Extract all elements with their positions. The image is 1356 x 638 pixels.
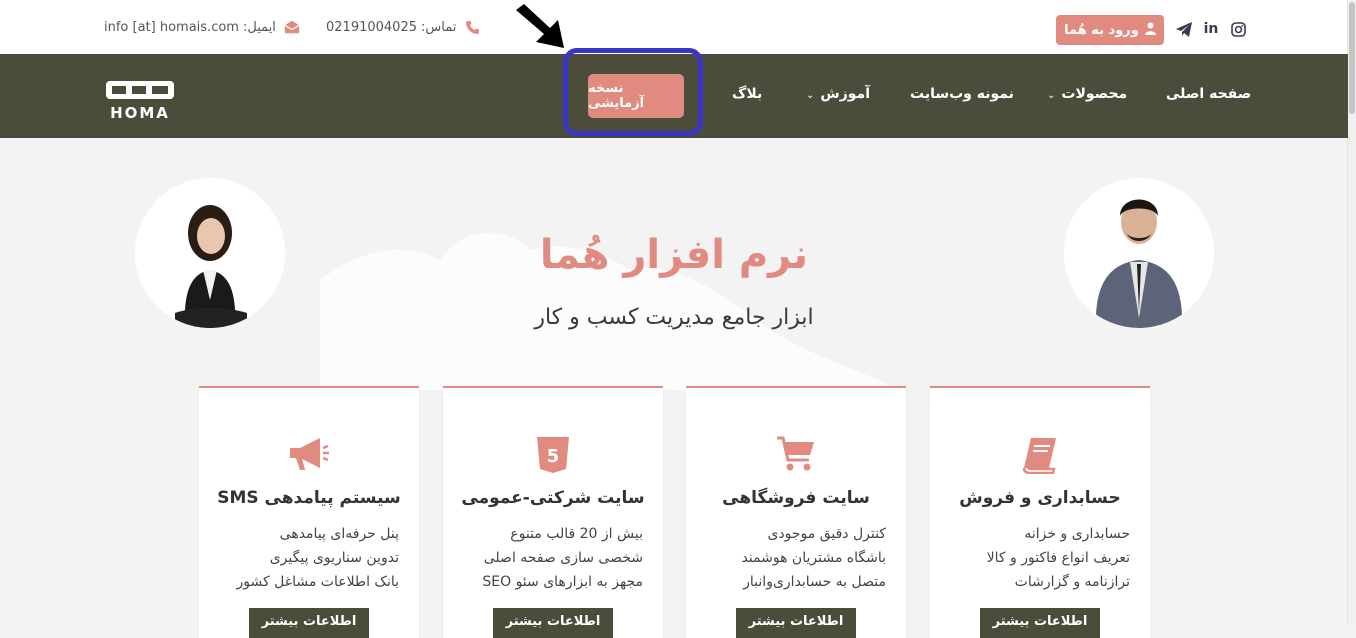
book-icon — [930, 436, 1150, 474]
chevron-down-icon: ⌄ — [806, 90, 815, 101]
hero-title: نرم افزار هُما — [539, 232, 809, 278]
homa-logo[interactable]: HOMA — [104, 77, 176, 122]
card-feature-line: پنل حرفه‌ای پیامدهی — [279, 526, 399, 542]
card-feature-line: شخصی سازی صفحه اصلی — [483, 550, 643, 566]
card-title: سایت شرکتی-عمومی — [461, 488, 645, 508]
top-bar: ایمیل: info [at] homais.com تماس: 021910… — [0, 0, 1348, 54]
html5-icon: 5 — [443, 436, 663, 474]
telegram-icon[interactable] — [1176, 21, 1192, 37]
nav-sample-site[interactable]: نمونه وب‌سایت — [910, 86, 1014, 102]
nav-education[interactable]: آموزش ⌄ — [806, 86, 870, 102]
feature-card-accounting: حسابداری و فروش حسابداری و خزانه تعریف ا… — [930, 386, 1150, 638]
nav-products[interactable]: محصولات ⌄ — [1047, 86, 1127, 102]
card-feature-line: بیش از 20 قالب متنوع — [510, 526, 643, 542]
more-info-button[interactable]: اطلاعات بیشتر — [736, 608, 856, 638]
card-feature-line: کنترل دقیق موجودی — [767, 526, 886, 542]
feature-card-sms: سیستم پیامدهی SMS پنل حرفه‌ای پیامدهی تد… — [199, 386, 419, 638]
pointer-arrow-icon — [512, 4, 572, 56]
instagram-icon[interactable] — [1230, 21, 1246, 37]
more-info-button[interactable]: اطلاعات بیشتر — [249, 608, 369, 638]
card-feature-line: بانک اطلاعات مشاغل کشور — [236, 574, 399, 590]
nav-education-label: آموزش — [820, 86, 871, 102]
user-icon — [1144, 22, 1156, 39]
nav-home[interactable]: صفحه اصلی — [1166, 86, 1251, 102]
iran-map-background — [300, 180, 920, 394]
hero-subtitle: ابزار جامع مدیریت کسب و کار — [534, 305, 814, 330]
chevron-down-icon: ⌄ — [1047, 90, 1056, 101]
phone-label: تماس: — [420, 19, 457, 35]
more-info-button[interactable]: اطلاعات بیشتر — [493, 608, 613, 638]
feature-card-corporate: 5 سایت شرکتی-عمومی بیش از 20 قالب متنوع … — [443, 386, 663, 638]
card-title: سایت فروشگاهی — [722, 488, 870, 508]
email-value[interactable]: info [at] homais.com — [104, 20, 239, 35]
card-title: سیستم پیامدهی SMS — [217, 488, 401, 508]
card-feature-line: تدوین سناریوی پیگیری — [269, 550, 399, 566]
card-feature-line: تعریف انواع فاکتور و کالا — [986, 550, 1130, 566]
card-title: حسابداری و فروش — [959, 488, 1121, 508]
linkedin-icon[interactable]: in — [1203, 21, 1219, 37]
phone-info: تماس: 02191004025 — [326, 17, 480, 37]
envelope-icon — [284, 19, 300, 35]
highlight-box — [563, 48, 703, 136]
card-feature-line: مجهز به ابزارهای سئو SEO — [482, 574, 643, 590]
nav-blog[interactable]: بلاگ — [732, 86, 762, 102]
phone-icon — [464, 19, 480, 35]
nav-products-label: محصولات — [1061, 86, 1128, 102]
more-info-button[interactable]: اطلاعات بیشتر — [980, 608, 1100, 638]
card-feature-line: ترازنامه و گزارشات — [1014, 574, 1130, 590]
email-label: ایمیل: — [242, 19, 276, 35]
scrollbar-thumb[interactable] — [1349, 2, 1355, 114]
svg-text:5: 5 — [547, 446, 560, 467]
card-feature-line: متصل به حسابداری‌وانبار — [743, 574, 886, 590]
card-feature-line: حسابداری و خزانه — [1024, 526, 1130, 542]
login-button[interactable]: ورود به هُما — [1056, 15, 1164, 45]
card-feature-line: باشگاه مشتریان هوشمند — [741, 550, 886, 566]
feature-card-store: سایت فروشگاهی کنترل دقیق موجودی باشگاه م… — [686, 386, 906, 638]
megaphone-icon — [199, 436, 419, 472]
email-info: ایمیل: info [at] homais.com — [104, 17, 300, 37]
scrollbar[interactable] — [1347, 0, 1356, 625]
login-label: ورود به هُما — [1064, 22, 1139, 38]
logo-text: HOMA — [110, 104, 170, 121]
phone-value[interactable]: 02191004025 — [326, 20, 417, 35]
cart-icon — [686, 436, 906, 472]
